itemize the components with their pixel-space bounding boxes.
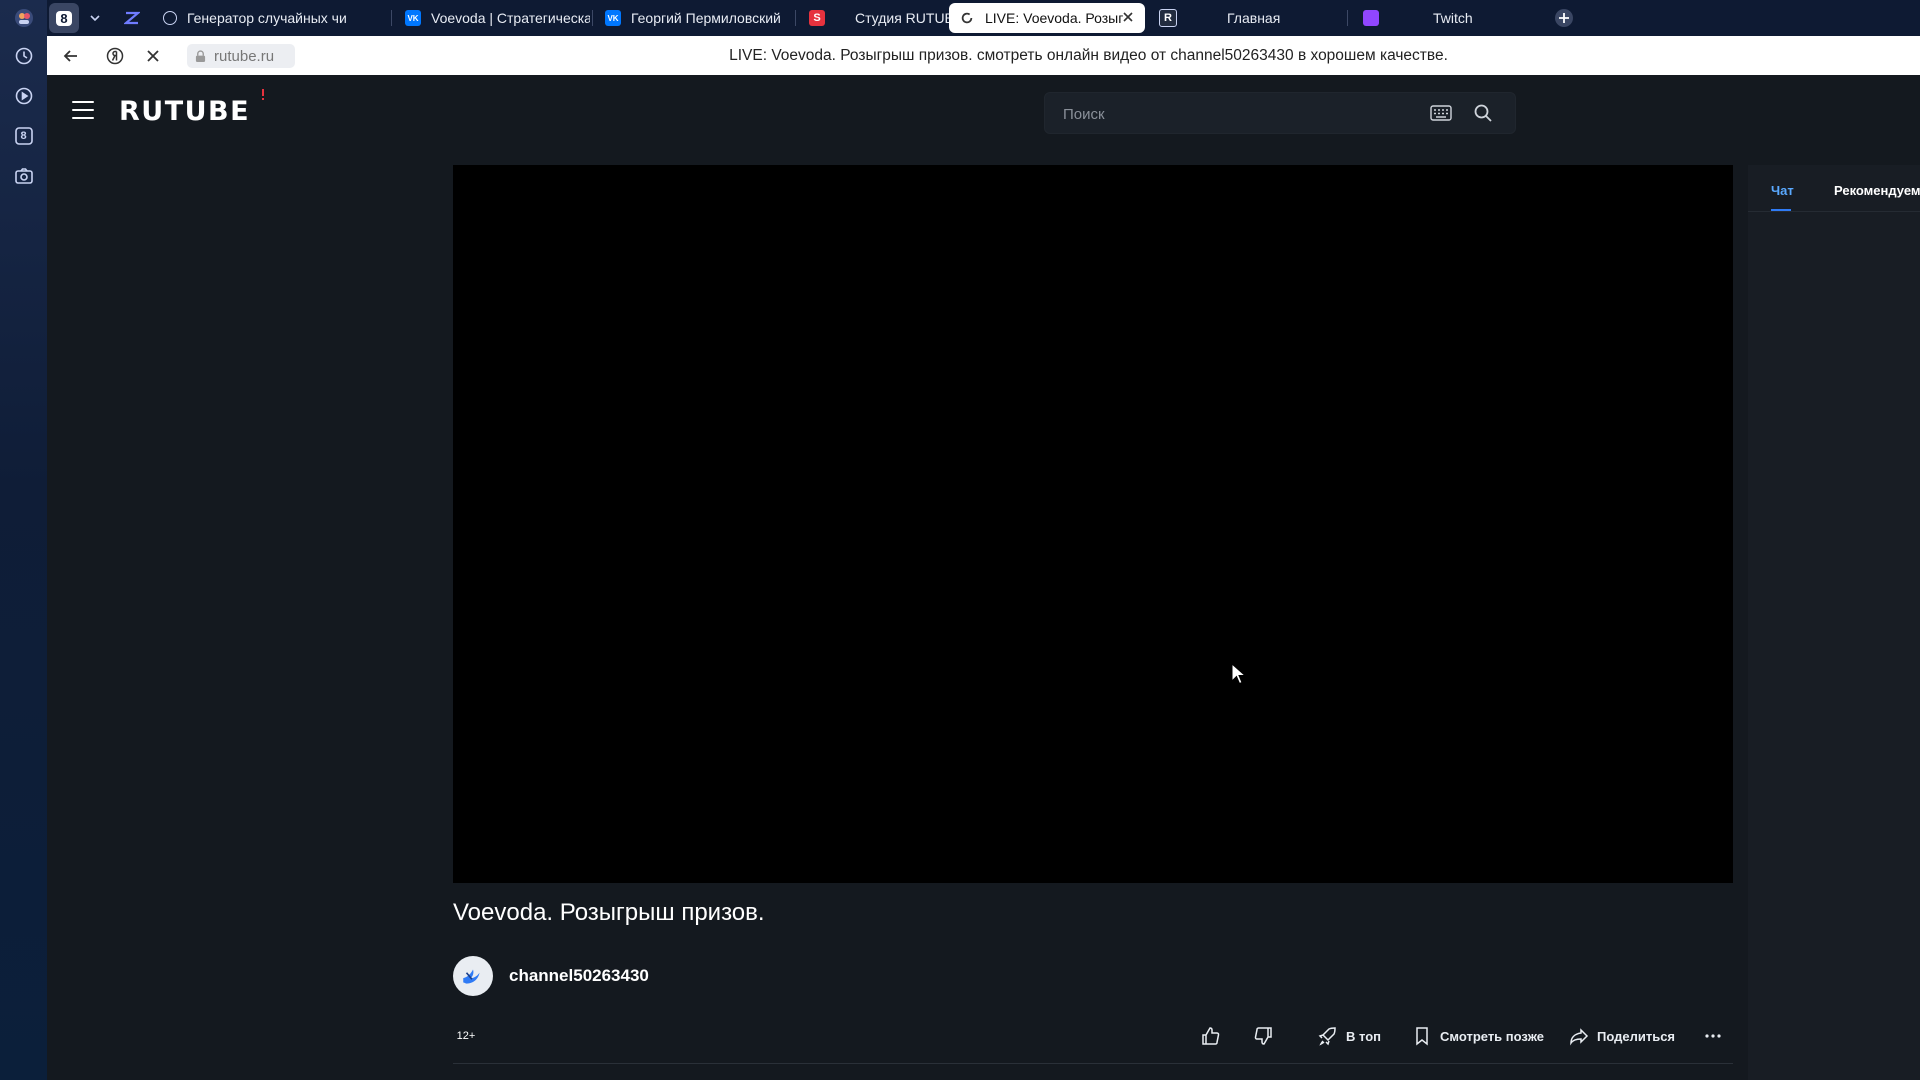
yandex-icon[interactable] [103,44,127,68]
globe-icon [163,11,177,25]
menu-burger-icon[interactable] [72,101,94,121]
tab-random-generator[interactable]: Генератор случайных чи [151,3,391,33]
loading-spinner-icon [959,10,975,26]
tab-recommended[interactable]: Рекомендуем [1834,183,1920,198]
to-top-label: В топ [1346,1028,1381,1044]
tab-label: Twitch [1433,10,1473,26]
tab-label: Студия RUTUBE [855,10,964,26]
url-field[interactable]: rutube.ru [187,44,295,68]
tab-label: Генератор случайных чи [187,10,347,26]
tab-chat[interactable]: Чат [1771,183,1794,198]
browser-address-bar: rutube.ru LIVE: Voevoda. Розыгрыш призов… [47,36,1920,75]
tab-georgy-permilovsky[interactable]: VK Георгий Пермиловский [595,3,795,33]
dislike-button[interactable] [1254,1024,1282,1048]
back-arrow-icon[interactable] [59,44,83,68]
share-label: Поделиться [1597,1028,1676,1044]
tabs-dropdown-chevron-icon[interactable] [83,3,107,33]
browser-sidebar: 8 [0,0,47,1080]
video-play-icon[interactable] [12,84,35,107]
sidebar-badge-text: 8 [20,129,27,142]
badge-counter-icon[interactable]: 8 [12,124,35,147]
age-rating-badge: 12+ [456,1030,476,1042]
rutube-studio-icon: S [809,10,825,26]
rutube-logo[interactable]: RUTUBE [119,96,250,127]
more-dots-icon [1705,1034,1721,1038]
app-logo-icon[interactable] [119,3,145,33]
url-text: rutube.ru [214,47,275,65]
tab-label: Voevoda | Стратегическая [431,10,590,26]
to-top-button[interactable]: В топ [1318,1024,1381,1048]
video-player[interactable] [453,165,1733,883]
page-title-in-address[interactable]: LIVE: Voevoda. Розыгрыш призов. смотреть… [317,36,1860,75]
tab-voevoda-strategy[interactable]: VK Voevoda | Стратегическая [395,3,590,33]
search-box [1044,92,1516,135]
vk-icon: VK [405,10,421,26]
lock-icon [195,49,206,63]
screenshot-icon[interactable] [12,164,35,187]
browser-tab-bar: 8 Генератор случайных чи VK Voevoda | Ст… [47,0,1920,36]
bookmark-icon [1416,1027,1428,1046]
tab-counter-text: 8 [56,10,72,26]
thumbs-down-icon [1254,1027,1272,1045]
tab-label: Георгий Пермиловский [631,10,781,26]
new-tab-button[interactable] [1551,3,1577,33]
more-options-button[interactable] [1703,1024,1731,1048]
profile-avatar-icon[interactable] [12,6,35,29]
search-icon[interactable] [1473,103,1493,123]
close-tab-icon[interactable] [1121,10,1135,24]
rocket-icon [1318,1027,1336,1046]
share-arrow-icon [1570,1028,1589,1046]
twitch-icon [1363,10,1379,26]
bird-logo-icon [463,969,480,984]
watch-later-button[interactable]: Смотреть позже [1412,1024,1544,1048]
like-button[interactable] [1200,1024,1228,1048]
tab-group-counter[interactable]: 8 [49,3,79,33]
mouse-cursor-icon [1231,663,1245,685]
site-header: RUTUBE [47,75,1920,148]
logo-accent-mark-icon [260,89,266,101]
keyboard-icon[interactable] [1430,103,1452,123]
tab-label: Главная [1227,10,1281,26]
right-side-panel: Чат Рекомендуем [1748,165,1920,1080]
thumbs-up-icon [1202,1027,1220,1045]
history-icon[interactable] [12,44,35,67]
channel-name-link[interactable]: channel50263430 [509,966,649,986]
rutube-r-icon: R [1159,9,1177,27]
video-title: Voevoda. Розыгрыш призов. [453,899,765,926]
tab-label: LIVE: Voevoda. Розыгр [985,10,1123,26]
vk-icon: VK [605,10,621,26]
watch-later-label: Смотреть позже [1440,1028,1544,1044]
divider [453,1063,1733,1064]
tabs-divider [1748,211,1920,212]
tab-live-voevoda[interactable]: LIVE: Voevoda. Розыгр [949,3,1145,33]
stop-loading-close-icon[interactable] [141,44,165,68]
search-input[interactable] [1061,93,1415,135]
channel-avatar[interactable] [453,956,493,996]
share-button[interactable]: Поделиться [1569,1024,1675,1048]
